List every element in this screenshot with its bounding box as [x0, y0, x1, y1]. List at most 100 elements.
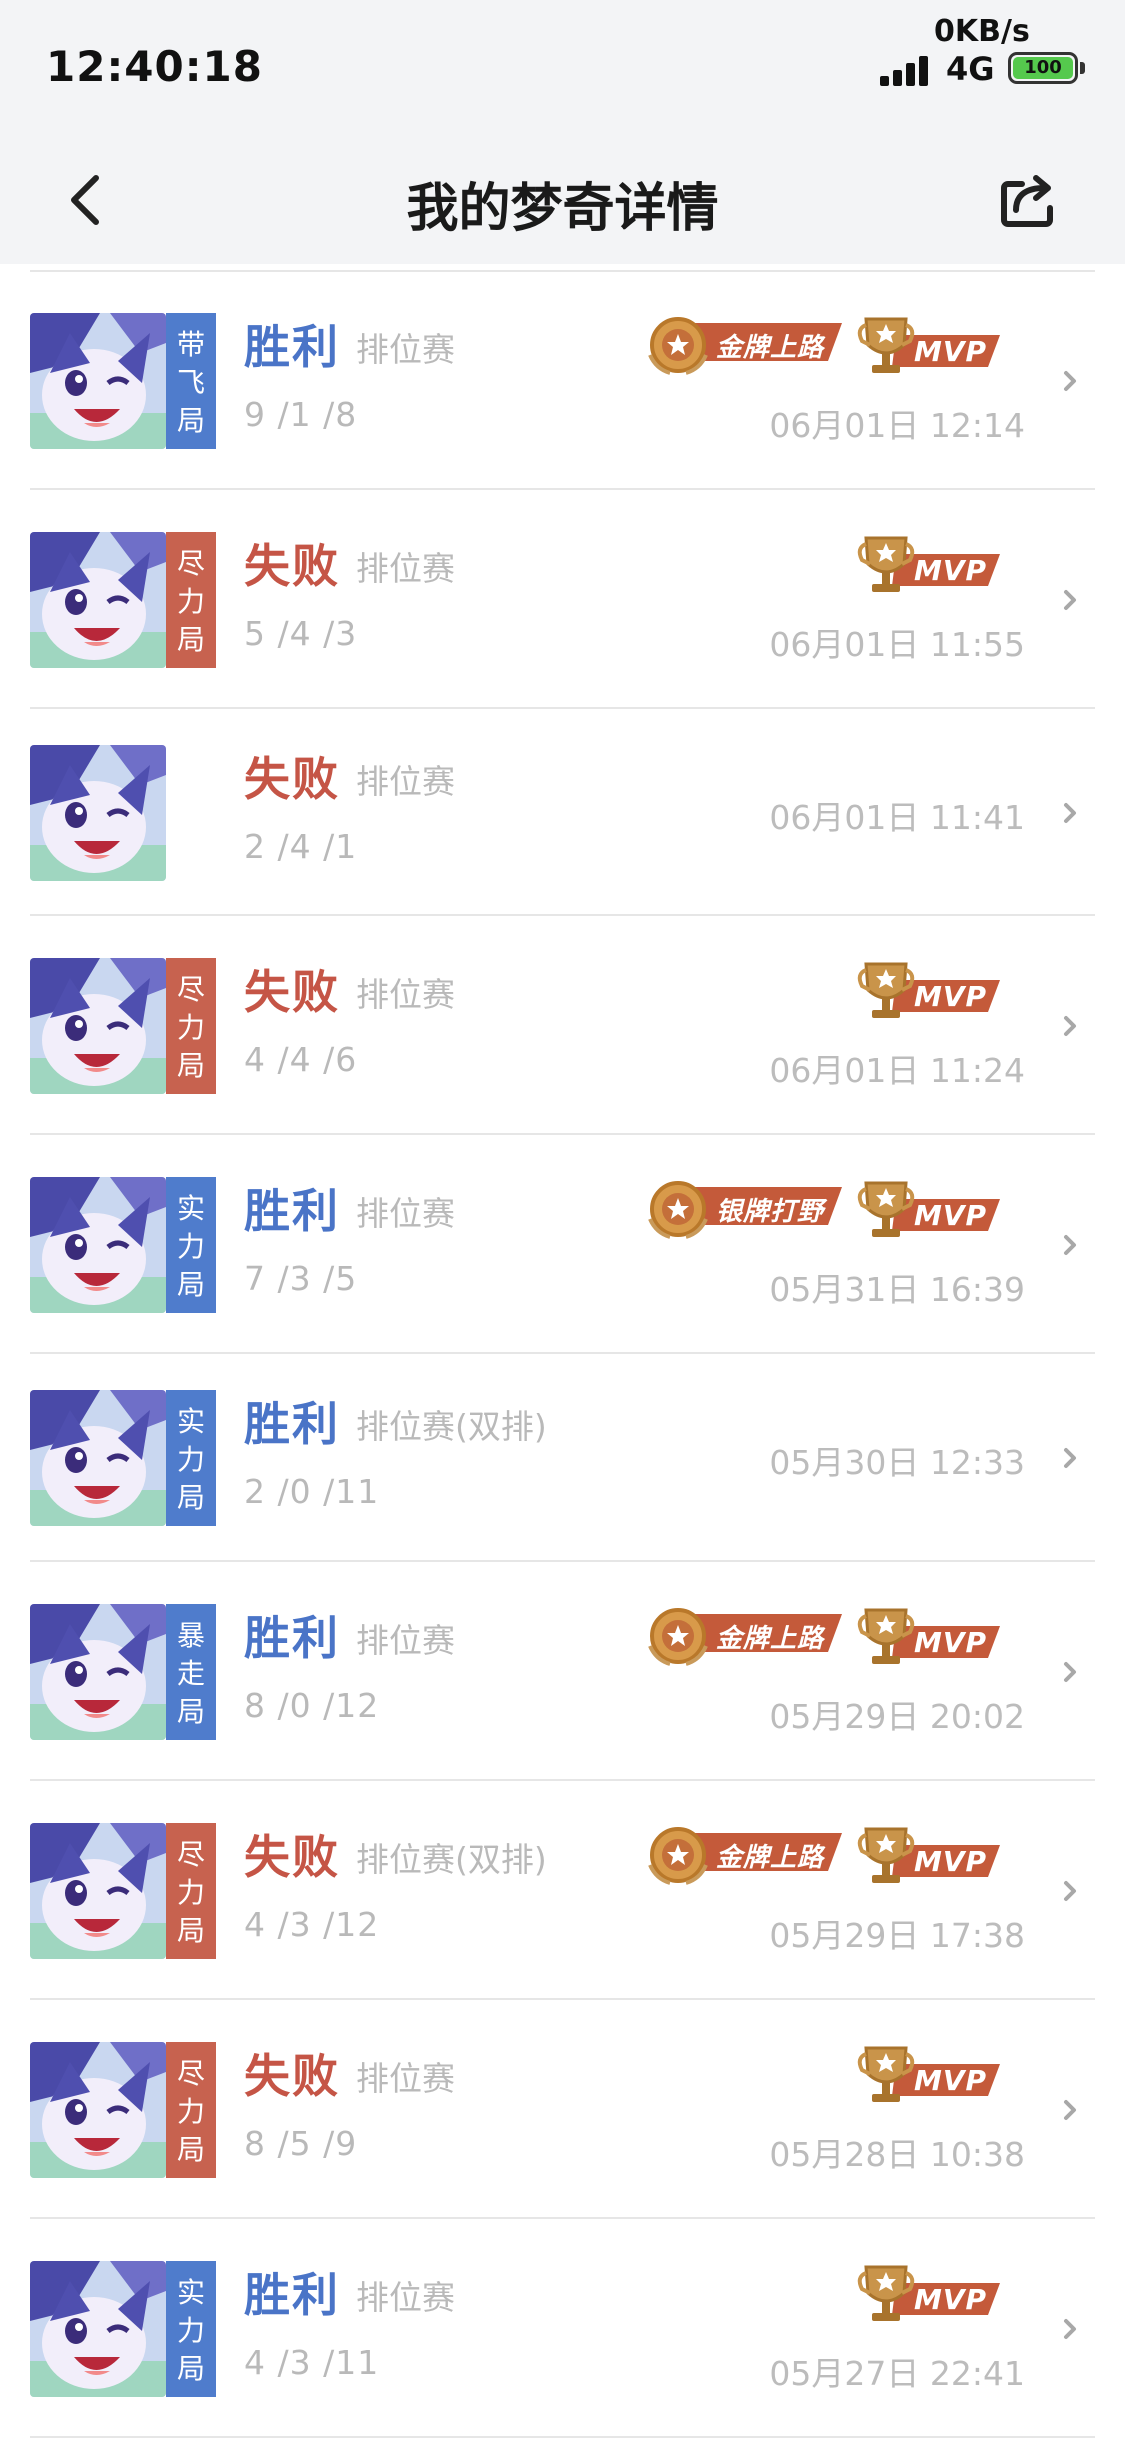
hero-avatar: [30, 2041, 166, 2178]
tag-char: 暴: [176, 1618, 205, 1652]
match-kda: 8 /5 /9: [244, 2123, 358, 2163]
tag-char: 飞: [176, 366, 205, 399]
tag-char: 局: [176, 2351, 205, 2385]
row-chevron: [1058, 1660, 1082, 1684]
mvp-label: MVP: [914, 1844, 988, 1878]
match-result: 失败: [244, 1829, 340, 1884]
performance-tag: 暴走局: [166, 1603, 216, 1740]
page-title: 我的梦奇详情: [406, 179, 719, 239]
match-result: 胜利: [244, 320, 340, 374]
mvp-label: MVP: [914, 2282, 988, 2316]
match-row[interactable]: 带飞局胜利 排位赛 9 /1 /8 06月01日 12:14 金牌上路 MVP: [0, 272, 1125, 490]
match-date: 06月01日 11:55: [769, 624, 1025, 664]
match-kda: 2 /4 /1: [244, 826, 358, 866]
match-row[interactable]: 尽力局失败 排位赛 4 /4 /6 06月01日 11:24 MVP: [0, 916, 1125, 1135]
row-chevron: [1058, 1233, 1082, 1257]
match-kda: 8 /0 /12: [244, 1685, 380, 1725]
performance-tag: 尽力局: [166, 957, 216, 1094]
match-kda: 5 /4 /3: [244, 613, 358, 653]
status-time: 12:40:18: [46, 42, 263, 91]
tag-char: 局: [176, 1694, 205, 1728]
mvp-label: MVP: [914, 2063, 988, 2097]
match-kda: 4 /4 /6: [244, 1039, 358, 1079]
tag-char: 实: [176, 1191, 205, 1225]
match-kda: 4 /3 /11: [244, 2342, 380, 2382]
battery-nub: [1080, 62, 1085, 74]
match-row[interactable]: 实力局胜利 排位赛(双排) 2 /0 /11 05月30日 12:33: [0, 1354, 1125, 1562]
chevron-right-icon: [1064, 1661, 1076, 1682]
hero-avatar: [30, 744, 166, 881]
chevron-right-icon: [1064, 802, 1076, 823]
mvp-label: MVP: [914, 335, 988, 368]
performance-tag: 实力局: [166, 1176, 216, 1313]
match-row[interactable]: 暴走局胜利 排位赛 8 /0 /12 05月29日 20:02 金牌上路 MVP: [0, 1562, 1125, 1781]
tag-char: 力: [176, 1443, 205, 1476]
signal-icon: [880, 54, 936, 86]
hero-portrait: [30, 1603, 166, 1740]
match-result: 失败: [244, 538, 340, 593]
tag-char: 局: [176, 1913, 205, 1947]
tag-char: 局: [176, 622, 205, 656]
chevron-right-icon: [1064, 1234, 1076, 1255]
match-date: 05月30日 12:33: [769, 1443, 1025, 1482]
chevron-right-icon: [1064, 2099, 1076, 2120]
match-row[interactable]: 尽力局失败 排位赛 5 /4 /3 06月01日 11:55 MVP: [0, 490, 1125, 709]
tag-char: 力: [176, 1875, 205, 1909]
chevron-right-icon: [1064, 589, 1076, 610]
tag-char: 尽: [176, 1837, 205, 1871]
match-mode: 排位赛(双排): [356, 1839, 547, 1879]
mvp-badge: MVP: [856, 315, 1002, 379]
match-result: 胜利: [244, 1610, 340, 1665]
match-row[interactable]: 尽力局失败 排位赛(双排) 4 /3 /12 05月29日 17:38 金牌上路 MVP: [0, 1781, 1125, 2000]
performance-tag: 实力局: [166, 2260, 216, 2397]
match-mode: 排位赛: [356, 2058, 455, 2098]
mvp-badge: MVP: [856, 2263, 1002, 2327]
tag-char: 走: [176, 1656, 205, 1690]
mvp-badge: MVP: [856, 960, 1002, 1024]
battery-level: 100: [1013, 57, 1073, 79]
mvp-badge: MVP: [856, 1825, 1002, 1889]
tag-char: 实: [176, 2275, 205, 2309]
chevron-right-icon: [1064, 1015, 1076, 1036]
match-row[interactable]: 尽力局失败 排位赛 8 /5 /9 05月28日 10:38 MVP: [0, 2000, 1125, 2219]
performance-tag: 尽力局: [166, 2041, 216, 2178]
tag-char: 力: [176, 1010, 205, 1044]
mvp-badge: MVP: [856, 1179, 1002, 1243]
tag-char: 尽: [176, 972, 205, 1006]
tag-char: 局: [176, 1267, 205, 1301]
medal-label: 金牌上路: [716, 333, 825, 363]
tag-char: 尽: [176, 2056, 205, 2090]
performance-tag: 带飞局: [166, 313, 216, 449]
medal-badge: 银牌打野: [642, 1179, 846, 1243]
tag-char: 局: [176, 1048, 205, 1082]
match-row[interactable]: 实力局胜利 排位赛 7 /3 /5 05月31日 16:39 银牌打野 MVP: [0, 1135, 1125, 1354]
mvp-badge: MVP: [856, 2044, 1002, 2108]
hero-portrait: [30, 2041, 166, 2178]
row-chevron: [1058, 1879, 1082, 1903]
share-button[interactable]: [996, 170, 1060, 234]
match-mode: 排位赛: [356, 548, 455, 588]
tag-char: 力: [176, 2313, 205, 2347]
performance-tag: 实力局: [166, 1390, 216, 1526]
hero-portrait: [30, 531, 166, 668]
mvp-label: MVP: [914, 1625, 988, 1659]
row-chevron: [1058, 2098, 1082, 2122]
match-mode: 排位赛: [356, 2277, 455, 2317]
row-chevron: [1058, 2317, 1082, 2341]
mvp-badge: MVP: [856, 534, 1002, 598]
row-chevron: [1058, 1446, 1082, 1470]
mvp-label: MVP: [914, 553, 988, 587]
medal-badge: 金牌上路: [642, 1606, 846, 1670]
tag-char: 带: [176, 328, 205, 361]
match-row[interactable]: 失败 排位赛 2 /4 /1 06月01日 11:41: [0, 709, 1125, 916]
row-chevron: [1058, 369, 1082, 393]
tag-char: 局: [176, 1481, 205, 1514]
row-chevron: [1058, 588, 1082, 612]
match-row[interactable]: 实力局胜利 排位赛 4 /3 /11 05月27日 22:41 MVP: [0, 2219, 1125, 2438]
tag-char: 实: [176, 1405, 205, 1438]
tag-char: 力: [176, 1229, 205, 1263]
hero-avatar: [30, 2260, 166, 2397]
performance-tag: 尽力局: [166, 531, 216, 668]
status-bar: 12:40:18 0KB/s 4G 100: [0, 0, 1125, 130]
match-kda: 9 /1 /8: [244, 395, 358, 434]
